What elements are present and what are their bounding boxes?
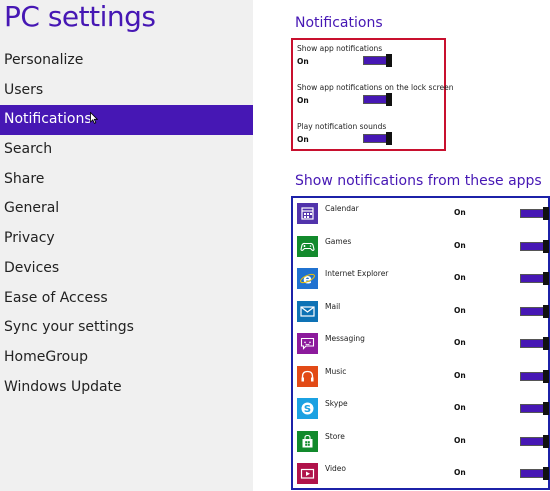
nav-item-personalize[interactable]: Personalize (0, 46, 253, 76)
setting-value: On (297, 57, 309, 66)
nav-item-label: Notifications (4, 111, 92, 128)
toggle-knob (543, 467, 549, 480)
notification-settings-box: Show app notifications On Show app notif… (291, 38, 454, 151)
app-row-internet-explorer: e Internet Explorer On (297, 268, 549, 290)
app-name: Games (325, 236, 352, 246)
app-row-video: Video On (297, 463, 549, 485)
calendar-notifications-toggle[interactable] (520, 207, 549, 220)
app-row-games: Games On (297, 235, 549, 258)
video-icon (297, 463, 318, 484)
apps-list-box: Calendar On Games On e Internet Explorer… (291, 196, 550, 490)
toggle-knob (386, 93, 392, 106)
setting-show-app-notifications: Show app notifications On (297, 44, 442, 67)
nav-item-devices[interactable]: Devices (0, 254, 253, 284)
setting-value: On (297, 135, 309, 144)
nav-item-search[interactable]: Search (0, 135, 253, 165)
nav-list: Personalize Users Notifications Search S… (0, 46, 253, 402)
toggle-knob (543, 369, 549, 383)
app-status: On (454, 305, 466, 315)
setting-show-on-lock-screen: Show app notifications on the lock scree… (297, 83, 454, 106)
nav-item-windows-update[interactable]: Windows Update (0, 373, 253, 403)
app-status: On (454, 370, 466, 380)
app-row-music: Music On (297, 365, 549, 388)
app-name: Skype (325, 399, 348, 408)
setting-label: Show app notifications (297, 44, 383, 53)
setting-label: Play notification sounds (297, 122, 387, 131)
app-status: On (454, 338, 466, 347)
app-row-mail: Mail On (297, 300, 549, 323)
store-notifications-toggle[interactable] (520, 434, 549, 448)
nav-item-share[interactable]: Share (0, 165, 253, 195)
setting-value: On (297, 96, 309, 105)
show-app-notifications-toggle[interactable] (363, 54, 392, 67)
skype-icon: S (297, 398, 318, 419)
toggle-knob (386, 54, 392, 67)
toggle-knob (543, 434, 549, 448)
mail-notifications-toggle[interactable] (520, 304, 549, 318)
calendar-icon (297, 203, 318, 224)
nav-item-homegroup[interactable]: HomeGroup (0, 343, 253, 373)
toggle-knob (543, 272, 549, 285)
mail-icon (297, 300, 318, 322)
app-status: On (454, 208, 466, 217)
internet-explorer-icon: e (297, 268, 318, 289)
nav-item-users[interactable]: Users (0, 76, 253, 106)
toggle-knob (386, 132, 392, 145)
app-row-store: Store On (297, 430, 549, 453)
app-status: On (454, 240, 466, 250)
app-status: On (454, 435, 466, 445)
video-notifications-toggle[interactable] (520, 467, 549, 480)
nav-item-ease-of-access[interactable]: Ease of Access (0, 284, 253, 314)
app-status: On (454, 403, 466, 412)
app-name: Store (325, 431, 345, 441)
nav-item-privacy[interactable]: Privacy (0, 224, 253, 254)
app-row-calendar: Calendar On (297, 203, 549, 225)
games-icon (297, 235, 318, 257)
main-panel: Notifications Show app notifications On … (253, 0, 550, 491)
messaging-icon (297, 333, 318, 354)
internet-explorer-notifications-toggle[interactable] (520, 272, 549, 285)
nav-item-notifications[interactable]: Notifications (0, 105, 253, 136)
app-name: Calendar (325, 204, 359, 213)
app-title: PC settings (4, 0, 156, 33)
toggle-knob (543, 402, 549, 415)
toggle-knob (543, 304, 549, 318)
app-name: Music (325, 366, 347, 376)
music-icon (297, 365, 318, 387)
svg-text:S: S (304, 404, 311, 415)
setting-label: Show app notifications on the lock scree… (297, 83, 454, 92)
app-status: On (454, 273, 466, 282)
setting-play-notification-sounds: Play notification sounds On (297, 122, 442, 145)
app-row-messaging: Messaging On (297, 333, 549, 355)
sidebar: PC settings Personalize Users Notificati… (0, 0, 253, 491)
music-notifications-toggle[interactable] (520, 369, 549, 383)
app-name: Video (325, 464, 347, 473)
store-icon (297, 430, 318, 452)
app-row-skype: S Skype On (297, 398, 549, 420)
skype-notifications-toggle[interactable] (520, 402, 549, 415)
app-status: On (454, 468, 466, 477)
lock-screen-notifications-toggle[interactable] (363, 93, 392, 106)
app-name: Internet Explorer (325, 269, 389, 278)
nav-item-general[interactable]: General (0, 194, 253, 224)
toggle-knob (543, 207, 549, 220)
app-name: Messaging (325, 334, 365, 343)
games-notifications-toggle[interactable] (520, 239, 549, 253)
toggle-knob (543, 239, 549, 253)
notifications-heading: Notifications (295, 15, 383, 31)
notification-sounds-toggle[interactable] (363, 132, 392, 145)
toggle-knob (543, 337, 549, 350)
app-name: Mail (325, 301, 341, 311)
apps-heading: Show notifications from these apps (295, 173, 542, 189)
nav-item-sync-your-settings[interactable]: Sync your settings (0, 313, 253, 343)
messaging-notifications-toggle[interactable] (520, 337, 549, 350)
